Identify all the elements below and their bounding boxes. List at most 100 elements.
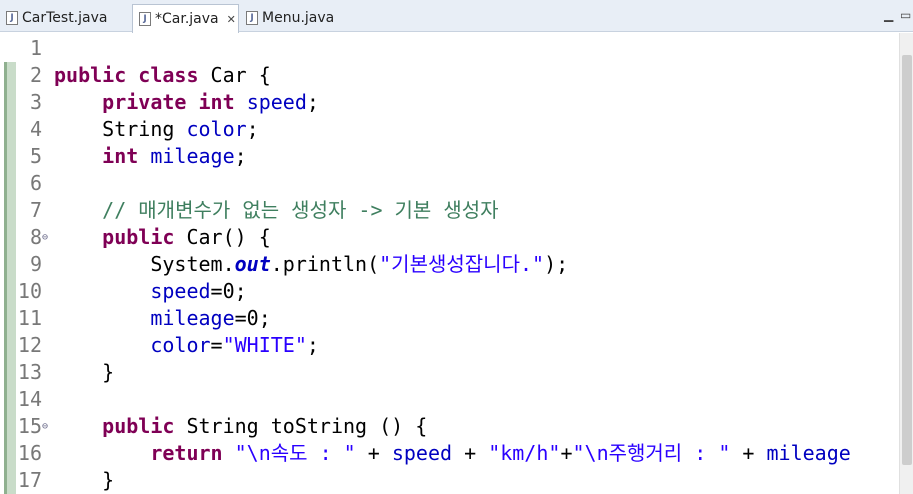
code-token: Car() {	[174, 225, 271, 249]
code-token: speed	[150, 279, 211, 303]
code-token: "WHITE"	[222, 333, 307, 357]
code-line[interactable]: 3 private int speed;	[0, 89, 899, 116]
code-text: speed=0;	[54, 278, 247, 305]
code-token: speed	[391, 441, 453, 465]
code-token: mileage	[150, 306, 235, 330]
code-token: +	[560, 441, 573, 465]
code-text: public Car() {	[54, 224, 271, 251]
line-number: 3	[29, 90, 42, 114]
code-line[interactable]: 13 }	[0, 359, 899, 386]
code-area[interactable]: 1 2 public class Car {3 private int speed;…	[0, 35, 899, 494]
line-number: 6	[29, 171, 42, 195]
code-text: public String toString () {	[54, 413, 427, 440]
code-line[interactable]: 15 ⊖ public String toString () {	[0, 413, 899, 440]
tab-label: CarTest.java	[22, 10, 108, 26]
code-line[interactable]: 8 ⊖ public Car() {	[0, 224, 899, 251]
code-token: int	[102, 144, 139, 168]
line-number: 10	[17, 279, 42, 303]
code-token: color	[150, 333, 211, 357]
code-token: public	[102, 414, 175, 438]
code-token: public	[54, 63, 127, 87]
code-line[interactable]: 5 int mileage;	[0, 143, 899, 170]
code-token: public	[102, 225, 175, 249]
code-text: String color;	[54, 116, 259, 143]
fold-toggle-icon[interactable]: ⊖	[42, 224, 48, 251]
line-number: 11	[17, 306, 42, 330]
line-number: 17	[17, 468, 42, 492]
code-token: System.	[54, 252, 235, 276]
code-editor[interactable]: 1 2 public class Car {3 private int speed;…	[0, 33, 913, 494]
code-token: =0;	[210, 279, 247, 303]
code-line[interactable]: 1	[0, 35, 899, 62]
close-icon[interactable]: ✕	[227, 13, 236, 26]
tab-label: Menu.java	[262, 10, 335, 26]
fold-toggle-icon[interactable]: ⊖	[42, 413, 48, 440]
line-number: 4	[29, 117, 42, 141]
tab-car[interactable]: J *Car.java ✕	[132, 4, 239, 33]
code-token: out	[234, 252, 271, 276]
java-file-icon: J	[6, 11, 18, 25]
code-token: ;	[246, 117, 259, 141]
code-text: System.out.println("기본생성잡니다.");	[54, 251, 568, 278]
code-token: +	[452, 441, 489, 465]
code-line[interactable]: 14	[0, 386, 899, 413]
code-token: ;	[234, 144, 247, 168]
code-token: String	[54, 117, 187, 141]
scrollbar-thumb[interactable]	[902, 55, 912, 465]
maximize-icon[interactable]: ▭	[900, 8, 911, 22]
minimize-icon[interactable]: ▁	[884, 8, 893, 22]
code-line[interactable]: 17 }	[0, 467, 899, 494]
vertical-scrollbar[interactable]	[899, 33, 913, 494]
code-token: "기본생성잡니다."	[379, 252, 545, 276]
line-number: 14	[17, 387, 42, 411]
code-text: private int speed;	[54, 89, 319, 116]
code-token: Car {	[198, 63, 271, 87]
code-line[interactable]: 10 speed=0;	[0, 278, 899, 305]
code-text: return "\n속도 : " + speed + "km/h"+"\n주행거…	[54, 440, 850, 467]
code-token: class	[138, 63, 199, 87]
java-file-icon: J	[246, 11, 258, 25]
code-token: );	[544, 252, 569, 276]
code-text: }	[54, 359, 114, 386]
editor-tab-bar: J CarTest.java J *Car.java ✕ J Menu.java…	[0, 0, 913, 33]
line-number: 2	[29, 63, 42, 87]
code-line[interactable]: 9 System.out.println("기본생성잡니다.");	[0, 251, 899, 278]
code-token: .println(	[270, 252, 380, 276]
code-line[interactable]: 2 public class Car {	[0, 62, 899, 89]
code-line[interactable]: 16 return "\n속도 : " + speed + "km/h"+"\n…	[0, 440, 899, 467]
code-text: // 매개변수가 없는 생성자 -> 기본 생성자	[54, 197, 498, 224]
code-token: speed	[246, 90, 307, 114]
code-token: return	[150, 441, 223, 465]
code-token: =	[210, 333, 223, 357]
code-token: color	[186, 117, 247, 141]
line-number: 8	[29, 225, 42, 249]
code-token: "\n속도 : "	[234, 441, 356, 465]
line-number: 16	[17, 441, 42, 465]
tab-label: *Car.java	[155, 11, 219, 27]
code-token: "km/h"	[488, 441, 561, 465]
code-line[interactable]: 11 mileage=0;	[0, 305, 899, 332]
code-line[interactable]: 12 color="WHITE";	[0, 332, 899, 359]
code-line[interactable]: 7 // 매개변수가 없는 생성자 -> 기본 생성자	[0, 197, 899, 224]
tab-menu[interactable]: J Menu.java	[240, 4, 350, 32]
line-number: 9	[29, 252, 42, 276]
tab-cartest[interactable]: J CarTest.java	[0, 4, 132, 32]
line-number: 5	[29, 144, 42, 168]
code-token: +	[355, 441, 392, 465]
code-text: mileage=0;	[54, 305, 270, 332]
code-token: }	[54, 360, 115, 384]
code-token: int	[198, 90, 235, 114]
code-token: private	[102, 90, 187, 114]
java-file-icon: J	[139, 12, 151, 26]
code-line[interactable]: 6	[0, 170, 899, 197]
code-line[interactable]: 4 String color;	[0, 116, 899, 143]
